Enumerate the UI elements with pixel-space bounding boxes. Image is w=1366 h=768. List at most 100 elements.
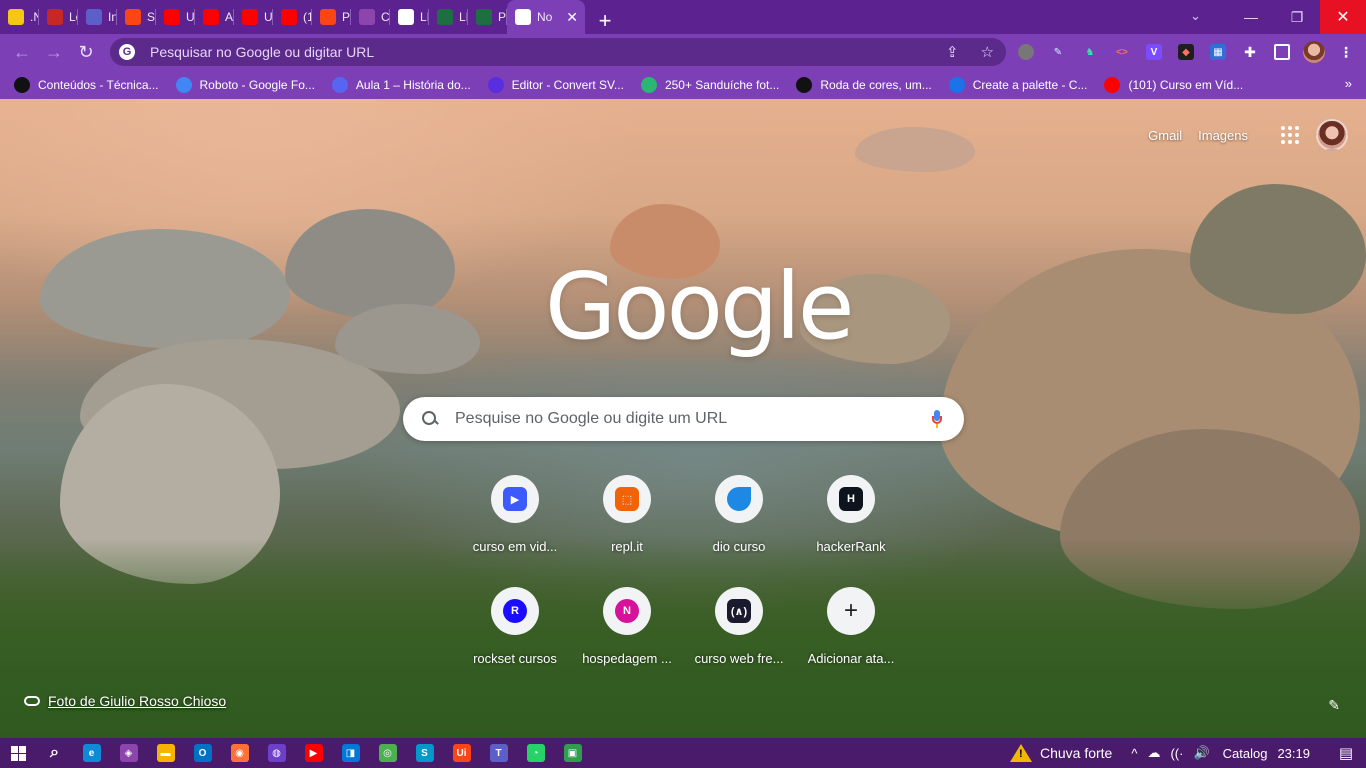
- shortcut-icon-circle: H: [827, 475, 875, 523]
- camtasia-taskbar-button[interactable]: ▣: [554, 738, 591, 768]
- images-link[interactable]: Imagens: [1198, 128, 1248, 143]
- extension-dinosaur-icon[interactable]: ♞: [1078, 40, 1102, 64]
- outlook-taskbar-button[interactable]: O: [184, 738, 221, 768]
- profile-button[interactable]: [1302, 40, 1326, 64]
- close-tab-icon[interactable]: ✕: [566, 9, 578, 26]
- tab-search-button[interactable]: ⌄: [1190, 8, 1201, 24]
- youtube-taskbar-button[interactable]: ▶: [295, 738, 332, 768]
- extension-code-icon[interactable]: <>: [1110, 40, 1134, 64]
- close-window-button[interactable]: ✕: [1320, 0, 1366, 34]
- tab[interactable]: Locam: [39, 0, 78, 34]
- extension-figma-icon[interactable]: ◆: [1174, 40, 1198, 64]
- extension-circle-icon[interactable]: [1014, 40, 1038, 64]
- shortcut-tile[interactable]: ⬚ repl.it: [571, 469, 683, 561]
- tab[interactable]: LISTA: [390, 0, 429, 34]
- bookmark-item[interactable]: Aula 1 – História do...: [331, 77, 471, 93]
- bookmarks-overflow-button[interactable]: »: [1345, 76, 1352, 91]
- address-input[interactable]: [150, 44, 910, 60]
- edge-taskbar-button[interactable]: e: [73, 738, 110, 768]
- firefox-taskbar-button[interactable]: ◉: [221, 738, 258, 768]
- extensions-puzzle-icon[interactable]: ✚: [1238, 40, 1262, 64]
- bookmark-item[interactable]: Editor - Convert SV...: [487, 77, 624, 93]
- system-tray: Chuva forte ^ ☁ ((· 🔊 Catalog 23:19 ▤: [1009, 738, 1366, 768]
- tab[interactable]: .NET R: [0, 0, 39, 34]
- start-button[interactable]: [0, 738, 36, 768]
- gmail-link[interactable]: Gmail: [1148, 128, 1182, 143]
- notification-center-icon[interactable]: ▤: [1326, 744, 1366, 762]
- background-rock: [40, 229, 290, 349]
- search-taskbar-button[interactable]: ⌕: [36, 738, 73, 768]
- microphone-icon[interactable]: [932, 410, 942, 428]
- bookmark-star-icon[interactable]: ☆: [981, 43, 994, 61]
- reload-button[interactable]: ↻: [70, 39, 102, 67]
- bookmark-item[interactable]: Create a palette - C...: [948, 77, 1087, 93]
- shortcut-tile[interactable]: dio curso: [683, 469, 795, 561]
- share-icon[interactable]: ⇪: [946, 43, 959, 61]
- github-desktop-taskbar-button[interactable]: ◍: [258, 738, 295, 768]
- google-apps-icon[interactable]: [1278, 123, 1302, 147]
- new-tab-button[interactable]: +: [585, 8, 625, 34]
- shortcut-tile[interactable]: (∧) curso web fre...: [683, 581, 795, 673]
- search-input[interactable]: [455, 410, 895, 428]
- tab[interactable]: Curso: [351, 0, 390, 34]
- search-box[interactable]: [403, 397, 964, 441]
- chrome-taskbar-button[interactable]: ◎: [369, 738, 406, 768]
- clock[interactable]: 23:19: [1277, 746, 1310, 761]
- arrow-right-icon: →: [45, 42, 63, 62]
- bookmark-item[interactable]: (101) Curso em Víd...: [1104, 77, 1243, 93]
- app-taskbar-button[interactable]: ◈: [110, 738, 147, 768]
- bookmark-item[interactable]: Roda de cores, um...: [796, 77, 932, 93]
- volume-icon[interactable]: 🔊: [1193, 745, 1209, 761]
- file-explorer-taskbar-button[interactable]: ▬: [147, 738, 184, 768]
- shortcut-tile[interactable]: Nhospedagem ...: [571, 581, 683, 673]
- address-bar[interactable]: G ⇪ ☆: [110, 38, 1006, 66]
- tab[interactable]: LISTA_: [429, 0, 468, 34]
- excel-icon: [437, 9, 453, 25]
- new-tab-page: Gmail Imagens Google ▶ curso em vid... ⬚ re…: [0, 99, 1366, 738]
- bookmark-item[interactable]: Roboto - Google Fo...: [175, 77, 315, 93]
- wifi-icon[interactable]: ((·: [1170, 746, 1183, 761]
- onedrive-icon[interactable]: ☁: [1147, 745, 1160, 761]
- chrome-icon: ◎: [378, 744, 397, 762]
- tab[interactable]: Pipelin: [468, 0, 507, 34]
- whatsapp-taskbar-button[interactable]: ◔: [517, 738, 554, 768]
- restore-button[interactable]: ❐: [1274, 0, 1320, 34]
- account-avatar[interactable]: [1316, 119, 1348, 151]
- shortcut-tile[interactable]: ▶ curso em vid...: [459, 469, 571, 561]
- photo-credit-link[interactable]: Foto de Giulio Rosso Chioso: [24, 693, 226, 709]
- weather-widget[interactable]: Chuva forte: [1009, 744, 1112, 762]
- language-indicator[interactable]: Catalog: [1223, 746, 1268, 761]
- extension-v-icon[interactable]: V: [1142, 40, 1166, 64]
- plus-icon: +: [843, 597, 858, 624]
- tab[interactable]: Ingress: [78, 0, 117, 34]
- tab-active[interactable]: No ✕: [507, 0, 585, 34]
- tab[interactable]: (100) A: [273, 0, 312, 34]
- tab[interactable]: UiPath: [156, 0, 195, 34]
- bookmark-item[interactable]: 250+ Sanduíche fot...: [640, 77, 779, 93]
- forward-button[interactable]: →: [38, 39, 70, 67]
- extension-blue-square-icon[interactable]: ▦: [1206, 40, 1230, 64]
- teams-taskbar-button[interactable]: T: [480, 738, 517, 768]
- uipath-taskbar-button[interactable]: Ui: [443, 738, 480, 768]
- code-icon: (∧): [727, 599, 751, 623]
- add-shortcut-tile[interactable]: + Adicionar ata...: [795, 581, 907, 673]
- tab[interactable]: Autom: [195, 0, 234, 34]
- bookmark-item[interactable]: Conteúdos - Técnica...: [14, 77, 159, 93]
- tray-chevron-icon[interactable]: ^: [1131, 746, 1137, 761]
- shortcut-tile[interactable]: HhackerRank: [795, 469, 907, 561]
- menu-kebab-icon[interactable]: ⋮: [1334, 40, 1358, 64]
- tab[interactable]: Public: [312, 0, 351, 34]
- extensions-area: ✎ ♞ <> V ◆ ▦ ✚ ⋮: [1014, 40, 1358, 64]
- customize-pencil-icon[interactable]: ✎: [1328, 697, 1340, 714]
- minimize-button[interactable]: —: [1228, 0, 1274, 34]
- youtube-icon: ▶: [304, 744, 323, 762]
- side-panel-icon[interactable]: [1270, 40, 1294, 64]
- vscode-taskbar-button[interactable]: ◨: [332, 738, 369, 768]
- tab[interactable]: Startin: [117, 0, 156, 34]
- shortcut-icon-circle: ⬚: [603, 475, 651, 523]
- extension-dropper-icon[interactable]: ✎: [1046, 40, 1070, 64]
- back-button[interactable]: ←: [6, 39, 38, 67]
- tab[interactable]: UiPath: [234, 0, 273, 34]
- store-taskbar-button[interactable]: S: [406, 738, 443, 768]
- shortcut-tile[interactable]: Rrockset cursos: [459, 581, 571, 673]
